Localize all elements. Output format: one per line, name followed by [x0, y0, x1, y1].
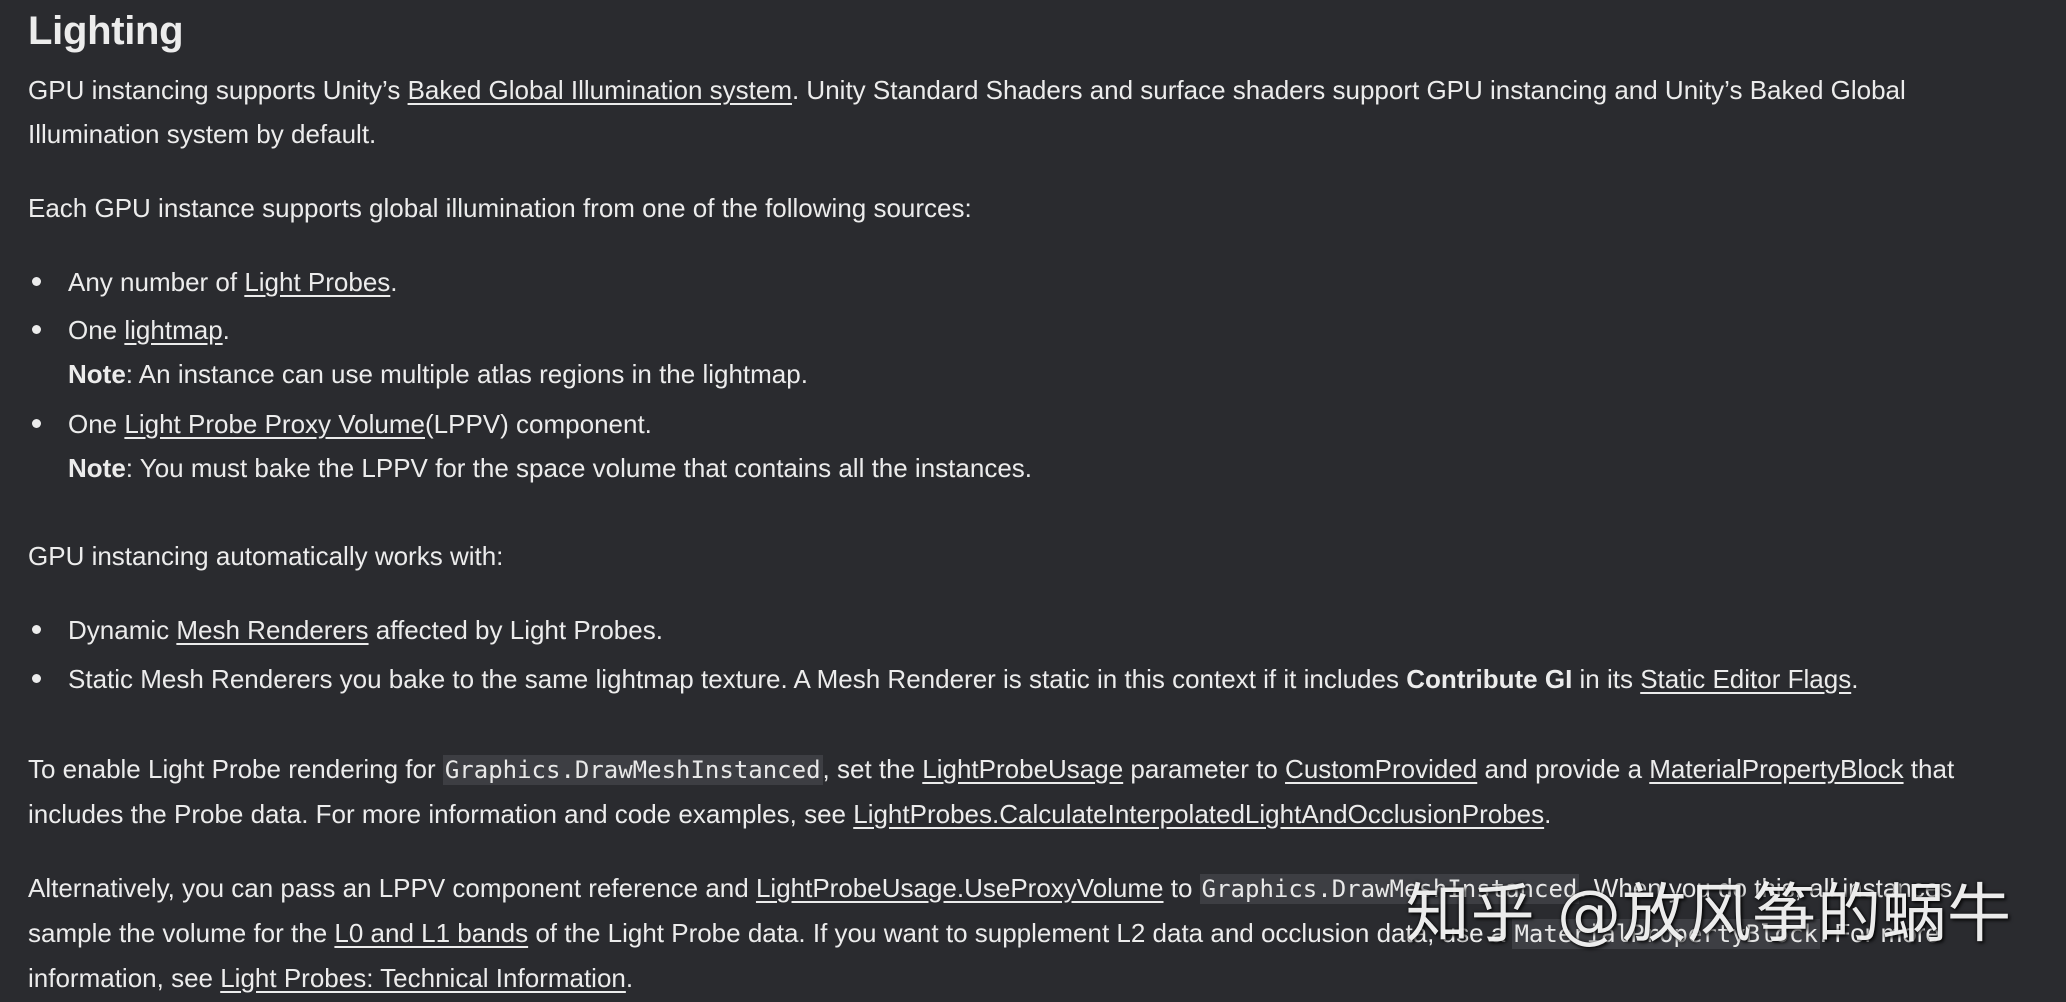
- document-page: Lighting GPU instancing supports Unity’s…: [0, 0, 2066, 1002]
- sources-paragraph: Each GPU instance supports global illumi…: [28, 193, 972, 223]
- note-label: Note: [68, 359, 126, 389]
- light-probe-usage-link[interactable]: LightProbeUsage: [922, 754, 1123, 784]
- auto-works-list: Dynamic Mesh Renderers affected by Light…: [28, 608, 2038, 701]
- calculate-probes-link[interactable]: LightProbes.CalculateInterpolatedLightAn…: [853, 799, 1544, 829]
- code-draw-mesh-instanced: Graphics.DrawMeshInstanced: [1199, 874, 1580, 904]
- sources-list: Any number of Light Probes. One lightmap…: [28, 260, 2038, 490]
- list-item: Dynamic Mesh Renderers affected by Light…: [32, 608, 2038, 652]
- mesh-renderers-link[interactable]: Mesh Renderers: [176, 615, 368, 645]
- light-probe-rendering-paragraph: To enable Light Probe rendering for Grap…: [28, 754, 1955, 829]
- alternative-paragraph: Alternatively, you can pass an LPPV comp…: [28, 873, 1953, 993]
- baked-gi-link[interactable]: Baked Global Illumination system: [408, 75, 792, 105]
- auto-works-paragraph: GPU instancing automatically works with:: [28, 541, 504, 571]
- section-heading: Lighting: [28, 9, 184, 53]
- lppv-link[interactable]: Light Probe Proxy Volume: [124, 409, 425, 439]
- contribute-gi-label: Contribute GI: [1406, 664, 1573, 694]
- code-material-property-block: MaterialPropertyBlock: [1512, 919, 1820, 949]
- use-proxy-volume-link[interactable]: LightProbeUsage.UseProxyVolume: [756, 873, 1164, 903]
- list-item: One lightmap. Note: An instance can use m…: [32, 308, 2038, 396]
- material-property-block-link[interactable]: MaterialPropertyBlock: [1649, 754, 1903, 784]
- light-probes-link[interactable]: Light Probes: [244, 267, 390, 297]
- code-draw-mesh-instanced: Graphics.DrawMeshInstanced: [442, 755, 823, 785]
- static-editor-flags-link[interactable]: Static Editor Flags: [1640, 664, 1851, 694]
- intro-paragraph: GPU instancing supports Unity’s Baked Gl…: [28, 75, 1906, 149]
- l0-l1-bands-link[interactable]: L0 and L1 bands: [334, 918, 528, 948]
- lightmap-link[interactable]: lightmap: [124, 315, 222, 345]
- light-probes-technical-link[interactable]: Light Probes: Technical Information: [220, 963, 626, 993]
- custom-provided-link[interactable]: CustomProvided: [1285, 754, 1477, 784]
- list-item: Any number of Light Probes.: [32, 260, 2038, 304]
- list-item: Static Mesh Renderers you bake to the sa…: [32, 657, 2038, 701]
- note-label: Note: [68, 453, 126, 483]
- list-item: One Light Probe Proxy Volume(LPPV) compo…: [32, 402, 2038, 490]
